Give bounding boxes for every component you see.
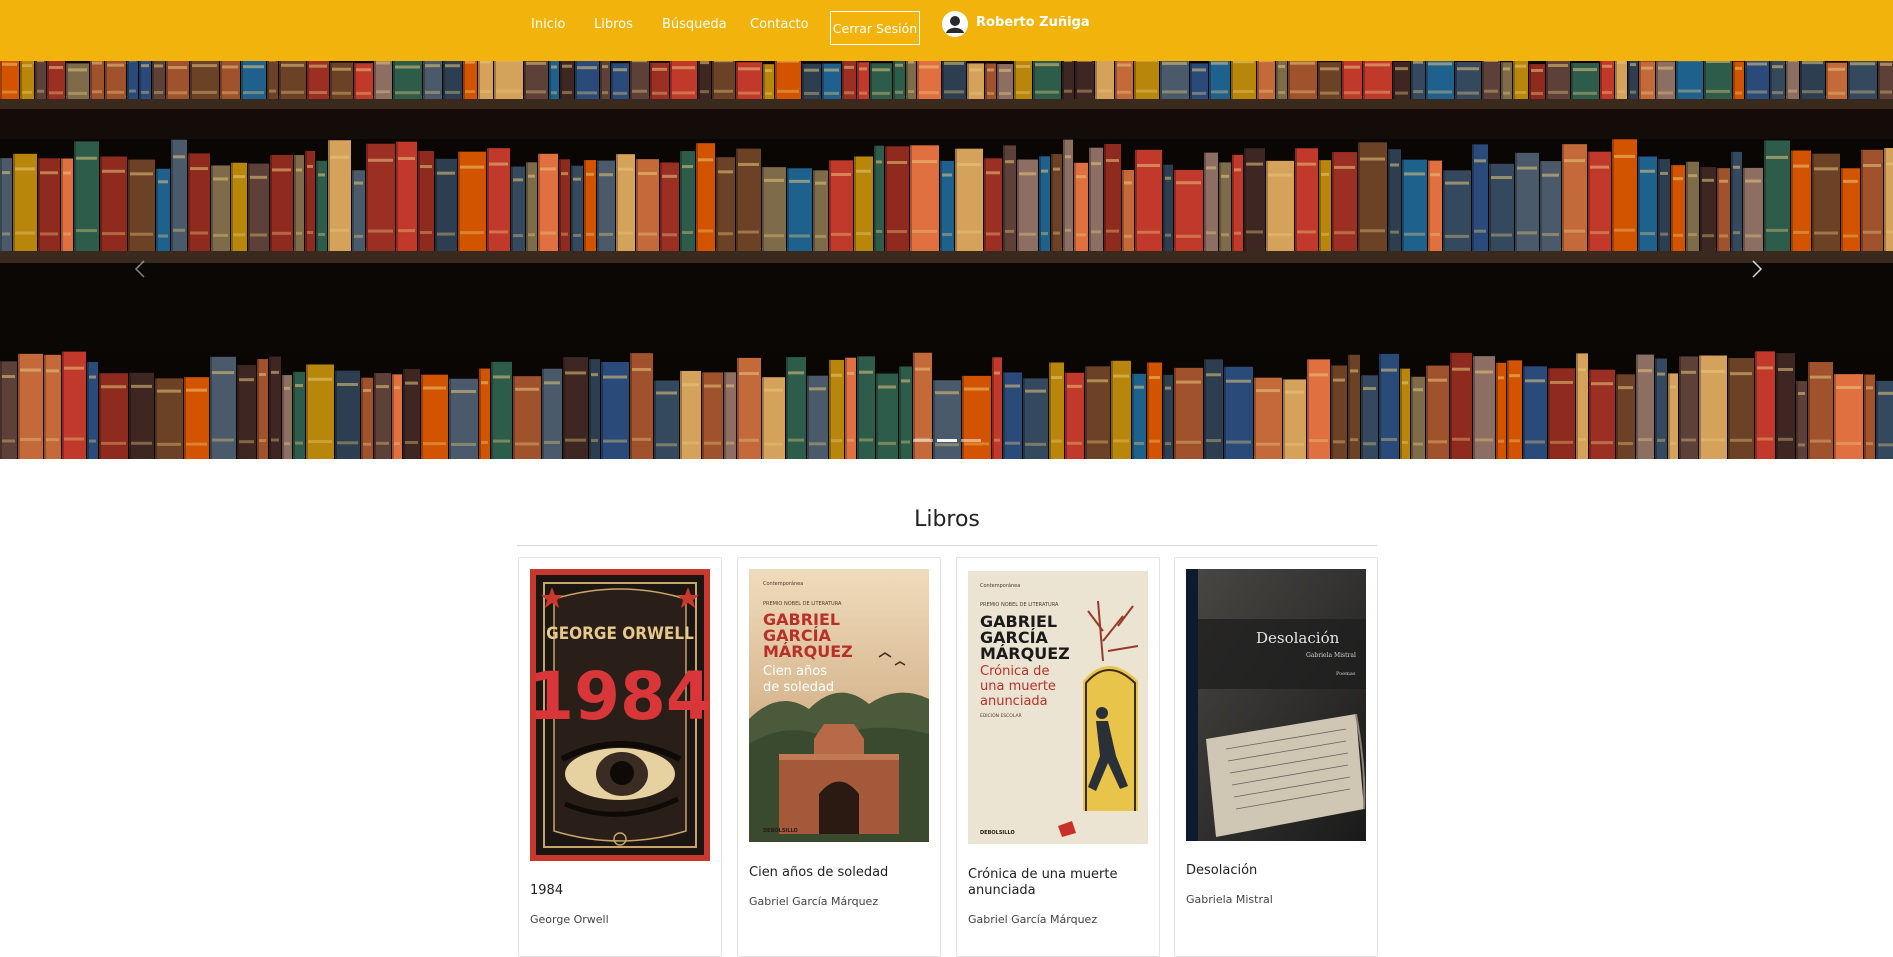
cover-title: Desolación (1256, 629, 1340, 647)
cover-prize: PREMIO NOBEL DE LITERATURA (763, 601, 842, 607)
book-title[interactable]: 1984 (530, 883, 710, 899)
nav-link-inicio[interactable]: Inicio (531, 17, 565, 32)
cover-imprint: Contemporánea (763, 580, 803, 587)
book-cover: Contemporánea PREMIO NOBEL DE LITERATURA… (749, 569, 929, 842)
cover-imprint: Contemporánea (980, 582, 1020, 589)
cover-title-line: de soledad (763, 680, 834, 695)
section-divider (517, 545, 1377, 546)
book-cover: Desolación Gabriela Mistral Poemas (1186, 569, 1366, 841)
book-card[interactable]: Contemporánea PREMIO NOBEL DE LITERATURA… (956, 557, 1160, 957)
cover-genre: Poemas (1336, 671, 1356, 677)
book-author: Gabriel García Márquez (968, 913, 1097, 926)
book-card[interactable]: Desolación Gabriela Mistral Poemas Desol… (1174, 557, 1378, 957)
cover-author-line: MÁRQUEZ (763, 642, 853, 661)
cover-title-line: Cien años (763, 664, 827, 679)
book-author: Gabriel García Márquez (749, 895, 878, 908)
section-title: Libros (517, 507, 1377, 532)
cover-publisher: DEBOLSILLO (980, 830, 1015, 836)
cover-author-line: MÁRQUEZ (980, 644, 1070, 663)
cover-author: Gabriela Mistral (1306, 652, 1356, 659)
cover-publisher: DEBOLSILLO (763, 828, 798, 834)
book-card[interactable]: Contemporánea PREMIO NOBEL DE LITERATURA… (737, 557, 941, 957)
chevron-right-icon[interactable] (1741, 249, 1771, 289)
cover-title-line: una muerte (980, 679, 1056, 694)
bookshelf-image (0, 61, 1893, 459)
carousel-indicator[interactable] (961, 439, 981, 442)
carousel-indicator[interactable] (913, 439, 933, 442)
carousel-indicator-active[interactable] (937, 439, 957, 442)
cover-author: GEORGE ORWELL (546, 624, 694, 644)
carousel-indicators (913, 439, 981, 442)
book-author: Gabriela Mistral (1186, 893, 1273, 906)
user-icon[interactable] (942, 11, 968, 37)
nav-link-contacto[interactable]: Contacto (750, 17, 809, 32)
book-title[interactable]: Cien años de soledad (749, 865, 929, 881)
nav-link-libros[interactable]: Libros (594, 17, 633, 32)
cover-prize: PREMIO NOBEL DE LITERATURA (980, 602, 1059, 608)
book-title[interactable]: Desolación (1186, 863, 1366, 879)
book-title[interactable]: Crónica de una muerte anunciada (968, 867, 1148, 899)
nav-link-busqueda[interactable]: Búsqueda (662, 17, 727, 32)
book-cover: Contemporánea PREMIO NOBEL DE LITERATURA… (968, 571, 1148, 844)
cover-edition: EDICIÓN ESCOLAR (980, 712, 1022, 719)
book-card[interactable]: GEORGE ORWELL 1984 1984 George Orwell (518, 557, 722, 957)
top-navbar: Inicio Libros Búsqueda Contacto Cerrar S… (0, 0, 1893, 61)
book-cover: GEORGE ORWELL 1984 (530, 569, 710, 861)
cover-title-line: Crónica de (980, 664, 1049, 679)
cover-title-line: anunciada (980, 694, 1048, 709)
user-name[interactable]: Roberto Zuñiga (976, 15, 1090, 30)
chevron-left-icon[interactable] (126, 249, 156, 289)
cover-title: 1984 (530, 658, 710, 735)
logout-button[interactable]: Cerrar Sesión (830, 11, 920, 45)
hero-carousel (0, 61, 1893, 459)
book-author: George Orwell (530, 913, 609, 926)
